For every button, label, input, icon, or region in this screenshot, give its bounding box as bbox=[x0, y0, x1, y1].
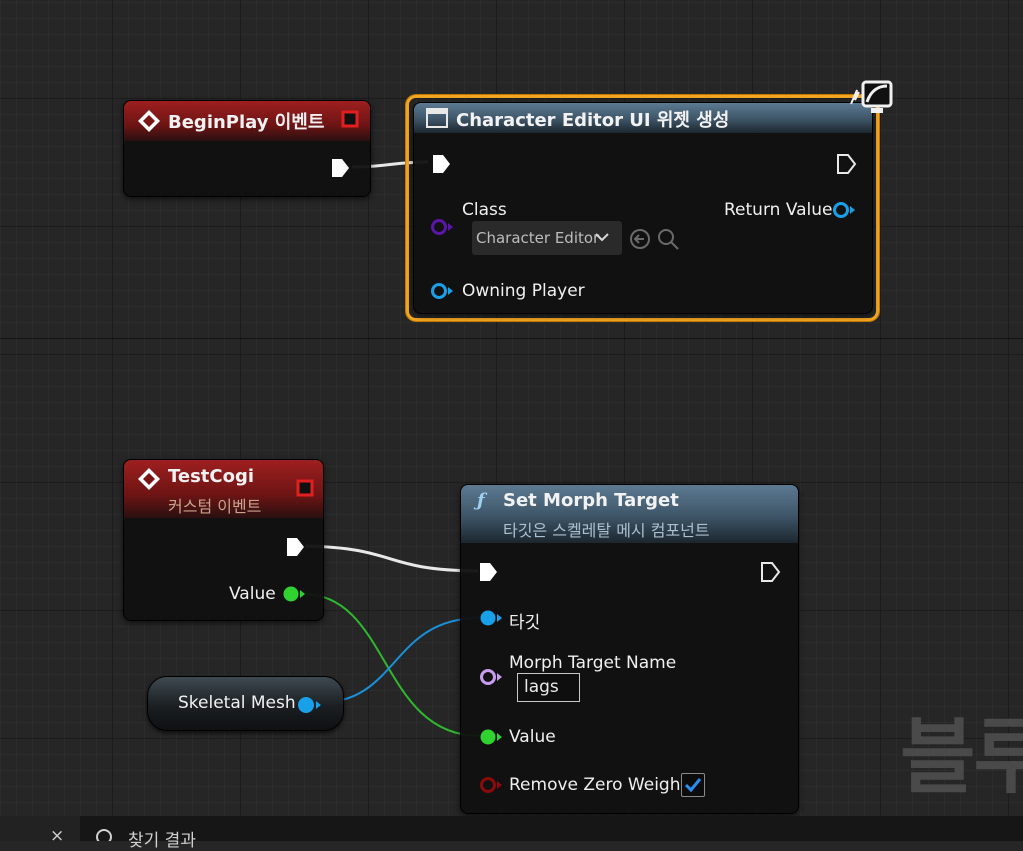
node-title: Set Morph Target bbox=[503, 490, 679, 511]
tab-close-icon[interactable]: × bbox=[50, 826, 64, 846]
target-pin[interactable] bbox=[479, 609, 503, 627]
exec-in-pin[interactable] bbox=[477, 561, 499, 583]
event-diamond-icon bbox=[138, 468, 160, 490]
class-label: Class bbox=[462, 200, 507, 220]
value-input-pin[interactable] bbox=[479, 728, 503, 746]
remove-zero-weight-label: Remove Zero Weight bbox=[509, 775, 688, 795]
monitor-icon bbox=[850, 80, 893, 113]
value-input-label: Value bbox=[509, 727, 556, 747]
bottom-tab[interactable]: × bbox=[0, 816, 80, 846]
search-icon bbox=[96, 829, 112, 841]
browse-search-icon[interactable] bbox=[656, 227, 680, 251]
beginplay-event-node[interactable]: BeginPlay 이벤트 bbox=[123, 100, 371, 197]
exec-out-pin[interactable] bbox=[835, 153, 857, 175]
chevron-down-icon bbox=[595, 233, 609, 242]
variable-label: Skeletal Mesh bbox=[178, 693, 296, 713]
node-title: Character Editor UI 위젯 생성 bbox=[456, 110, 730, 131]
skeletal-mesh-variable-node[interactable]: Skeletal Mesh bbox=[147, 676, 344, 731]
set-morph-target-node[interactable]: ƒ Set Morph Target 타깃은 스켈레탈 메시 컴포넌트 타깃 M… bbox=[460, 484, 799, 814]
exec-out-pin[interactable] bbox=[759, 561, 781, 583]
exec-out-pin[interactable] bbox=[329, 157, 351, 179]
owning-player-label: Owning Player bbox=[462, 281, 585, 301]
morph-target-name-input[interactable]: lags bbox=[517, 673, 580, 702]
node-subtitle: 타깃은 스켈레탈 메시 컴포넌트 bbox=[503, 521, 710, 540]
value-output-label: Value bbox=[229, 584, 276, 604]
return-value-label: Return Value bbox=[724, 200, 833, 220]
delegate-pin-icon[interactable] bbox=[341, 110, 359, 128]
skeletal-mesh-output-pin[interactable] bbox=[296, 695, 322, 715]
class-pin[interactable] bbox=[430, 218, 454, 236]
delegate-pin-icon[interactable] bbox=[296, 479, 314, 497]
widget-icon bbox=[426, 108, 448, 128]
testcogi-event-node[interactable]: TestCogi 커스텀 이벤트 Value bbox=[123, 459, 324, 621]
remove-zero-weight-checkbox[interactable] bbox=[681, 773, 705, 797]
use-selected-arrow-icon[interactable] bbox=[628, 227, 652, 251]
function-icon: ƒ bbox=[477, 490, 485, 511]
target-label: 타깃 bbox=[509, 613, 541, 633]
find-results-tab-label[interactable]: 찾기 결과 bbox=[128, 826, 196, 851]
checkmark-icon bbox=[684, 778, 702, 793]
node-title: BeginPlay 이벤트 bbox=[168, 112, 325, 133]
exec-out-pin[interactable] bbox=[284, 536, 306, 558]
event-diamond-icon bbox=[138, 110, 160, 132]
create-widget-node[interactable]: Character Editor UI 위젯 생성 Class Characte… bbox=[413, 102, 873, 314]
remove-zero-weight-pin[interactable] bbox=[479, 776, 503, 794]
value-output-pin[interactable] bbox=[282, 585, 306, 603]
class-dropdown-value: Character Editor bbox=[476, 229, 600, 247]
owning-player-pin[interactable] bbox=[430, 282, 454, 300]
node-subtitle: 커스텀 이벤트 bbox=[168, 497, 262, 516]
exec-wire-testcogi bbox=[304, 544, 479, 573]
node-title: TestCogi bbox=[168, 466, 255, 487]
exec-in-pin[interactable] bbox=[430, 153, 452, 175]
morph-target-name-pin[interactable] bbox=[479, 668, 503, 686]
morph-target-name-label: Morph Target Name bbox=[509, 653, 677, 673]
return-value-pin[interactable] bbox=[832, 201, 856, 219]
